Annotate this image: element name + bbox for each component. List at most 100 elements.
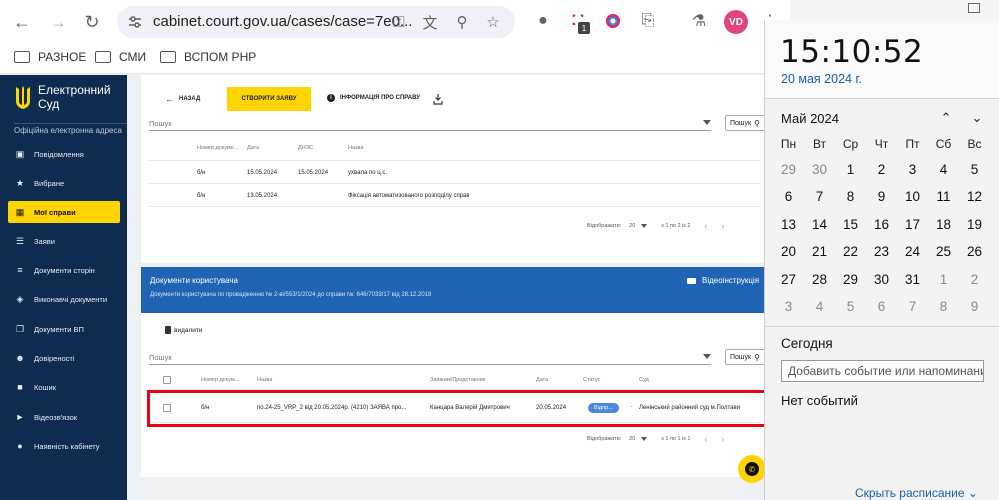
calendar-day[interactable]: 22 [835, 238, 866, 265]
month-title[interactable]: Май 2024 [781, 111, 839, 126]
bookmark-folder-smi[interactable]: СМИ [95, 50, 146, 64]
next-page-icon[interactable]: › [721, 434, 724, 444]
search-input[interactable]: Пошук [149, 117, 711, 131]
column-header[interactable]: Номер докум... [201, 377, 239, 383]
site-settings-icon[interactable] [127, 14, 143, 30]
calendar-day[interactable]: 11 [928, 183, 959, 210]
calendar-day[interactable]: 8 [835, 183, 866, 210]
back-arrow-icon[interactable]: ← [10, 10, 34, 34]
profile-avatar[interactable]: VD [724, 10, 748, 34]
per-page-select[interactable]: 20 [629, 436, 648, 442]
reload-icon[interactable]: ↻ [80, 10, 104, 34]
chevron-up-icon[interactable]: ⌃ [936, 108, 956, 128]
calendar-day[interactable]: 25 [928, 238, 959, 265]
column-header[interactable]: Назва [348, 145, 363, 151]
calendar-day[interactable]: 18 [928, 211, 959, 238]
search-button[interactable]: Пошук ⚲ [725, 349, 764, 365]
bookmark-star-icon[interactable]: ☆ [485, 14, 501, 31]
per-page-select[interactable]: 20 [629, 223, 648, 229]
date-link[interactable]: 20 мая 2024 г. [781, 72, 862, 86]
video-instruction-button[interactable]: Відеоінструкція [687, 276, 759, 285]
globe-icon[interactable]: ● [533, 11, 553, 31]
sidebar-item-messages[interactable]: ▣ Повідомлення [8, 143, 120, 165]
calendar-day[interactable]: 2 [866, 156, 897, 183]
calendar-day[interactable]: 9 [959, 293, 990, 320]
translate-icon[interactable]: 文 [422, 14, 438, 32]
sidebar-item-party-documents[interactable]: ≡ Документи сторін [8, 259, 120, 281]
calendar-day[interactable]: 31 [897, 266, 928, 293]
sidebar-item-executive-documents[interactable]: ◈ Виконавчі документи [8, 288, 120, 310]
restore-window-icon[interactable] [968, 3, 980, 13]
calendar-day[interactable]: 9 [866, 183, 897, 210]
select-all-checkbox[interactable] [163, 376, 171, 384]
delete-button[interactable]: видалити [165, 326, 203, 334]
calendar-day[interactable]: 4 [804, 293, 835, 320]
puzzle-extensions-icon[interactable]: ⎘ [638, 11, 658, 31]
calendar-day[interactable]: 6 [866, 293, 897, 320]
url-text[interactable]: cabinet.court.gov.ua/cases/case=7e0... [153, 13, 412, 30]
sidebar-item-cabinet-check[interactable]: ● Наявність кабінету [8, 435, 120, 457]
download-icon[interactable] [433, 93, 443, 105]
sidebar-item-applications[interactable]: ☰ Заяви [8, 230, 120, 252]
bookmark-folder-raznoe[interactable]: РАЗНОЕ [14, 50, 86, 64]
calendar-day[interactable]: 24 [897, 238, 928, 265]
color-extension-icon[interactable] [603, 11, 623, 31]
calendar-day[interactable]: 1 [928, 266, 959, 293]
sidebar-item-trash[interactable]: ■ Кошик [8, 376, 120, 398]
column-header[interactable]: Дата [536, 377, 548, 383]
call-support-button[interactable]: ✆ [738, 455, 766, 483]
calendar-day[interactable]: 8 [928, 293, 959, 320]
sidebar-item-my-cases[interactable]: ▦ Мої справи [8, 201, 120, 223]
calendar-day[interactable]: 30 [804, 156, 835, 183]
calendar-day[interactable]: 21 [804, 238, 835, 265]
calendar-day[interactable]: 4 [928, 156, 959, 183]
calendar-day[interactable]: 10 [897, 183, 928, 210]
address-bar[interactable]: cabinet.court.gov.ua/cases/case=7e0... ⚿… [117, 6, 515, 38]
calendar-day[interactable]: 17 [897, 211, 928, 238]
calendar-day[interactable]: 23 [866, 238, 897, 265]
calendar-day[interactable]: 7 [897, 293, 928, 320]
calendar-day[interactable]: 19 [959, 211, 990, 238]
calendar-day[interactable]: 7 [804, 183, 835, 210]
calendar-day[interactable]: 30 [866, 266, 897, 293]
calendar-day[interactable]: 15 [835, 211, 866, 238]
calendar-day[interactable]: 3 [773, 293, 804, 320]
next-page-icon[interactable]: › [721, 221, 724, 231]
cell-name[interactable]: по.24-25_VRP_2 від 20.05.2024р. (4210) З… [257, 405, 406, 411]
sidebar-item-powers-of-attorney[interactable]: ☻ Довіреності [8, 347, 120, 369]
column-header[interactable]: ДНЗС [298, 145, 313, 151]
chevron-down-icon[interactable]: ⌄ [967, 108, 987, 128]
hide-schedule-link[interactable]: Скрыть расписание ⌄ [855, 486, 978, 500]
bookmark-folder-php[interactable]: ВСПОМ PHP [160, 50, 256, 64]
calendar-day[interactable]: 6 [773, 183, 804, 210]
case-info-button[interactable]: i ІНФОРМАЦІЯ ПРО СПРАВУ [327, 94, 420, 102]
calendar-day[interactable]: 5 [959, 156, 990, 183]
column-header[interactable]: Суд [639, 377, 649, 383]
flask-icon[interactable]: ⚗ [689, 11, 709, 31]
prev-page-icon[interactable]: ‹ [704, 221, 707, 231]
forward-arrow-icon[interactable]: → [46, 10, 70, 34]
calendar-day[interactable]: 5 [835, 293, 866, 320]
zoom-icon[interactable]: ⚲ [454, 14, 470, 31]
column-header[interactable]: Статус [583, 377, 600, 383]
prev-page-icon[interactable]: ‹ [704, 434, 707, 444]
calendar-day[interactable]: 2 [959, 266, 990, 293]
search-input[interactable]: Пошук [149, 351, 711, 365]
calendar-day[interactable]: 28 [804, 266, 835, 293]
create-application-button[interactable]: СТВОРИТИ ЗАЯВУ [227, 87, 311, 111]
chevron-down-icon[interactable] [703, 354, 711, 359]
key-icon[interactable]: ⚿ [391, 14, 407, 31]
column-header[interactable]: Назва [257, 377, 272, 383]
calendar-day[interactable]: 12 [959, 183, 990, 210]
chevron-down-icon[interactable] [703, 120, 711, 125]
calendar-day[interactable]: 3 [897, 156, 928, 183]
add-event-input[interactable]: Добавить событие или напоминание [781, 360, 984, 382]
back-button[interactable]: ← НАЗАД [165, 94, 200, 104]
calendar-day[interactable]: 16 [866, 211, 897, 238]
calendar-day[interactable]: 29 [773, 156, 804, 183]
calendar-day[interactable]: 1 [835, 156, 866, 183]
row-checkbox[interactable] [163, 404, 171, 412]
calendar-day[interactable]: 27 [773, 266, 804, 293]
calendar-day[interactable]: 29 [835, 266, 866, 293]
sidebar-item-vp-documents[interactable]: ❐ Документи ВП [8, 318, 120, 340]
